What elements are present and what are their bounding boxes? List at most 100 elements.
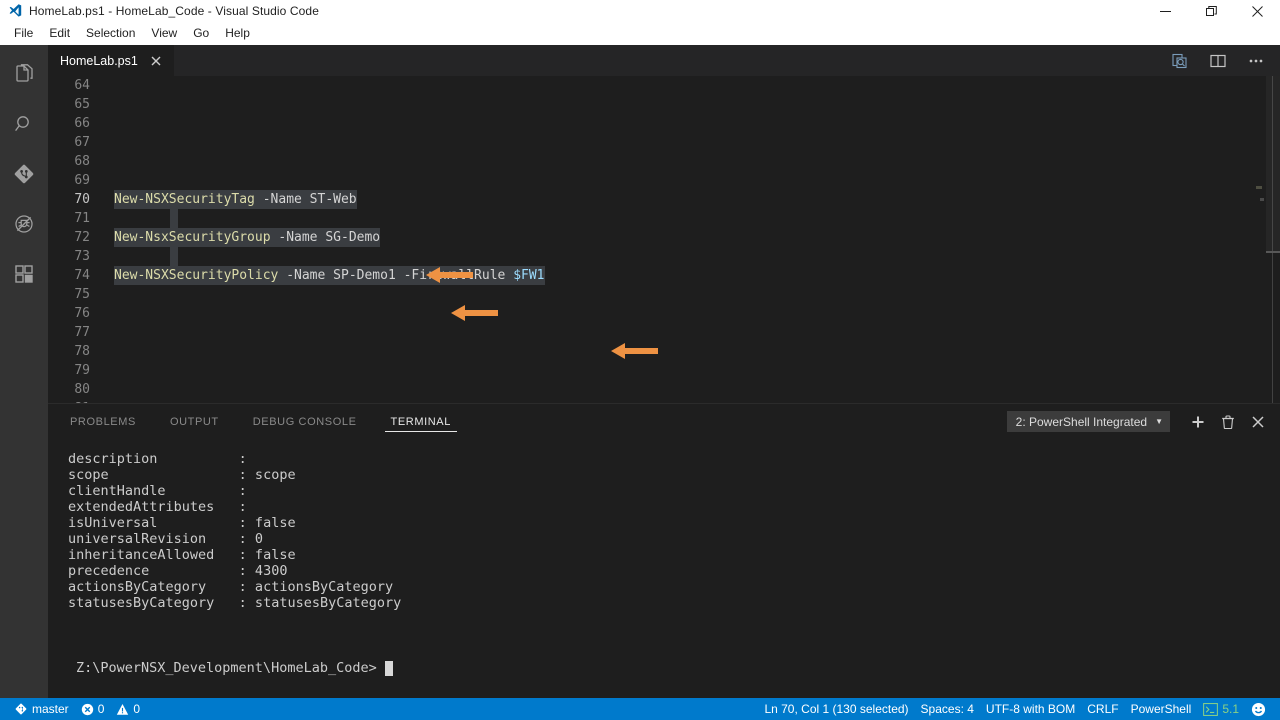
close-icon[interactable] [148, 53, 164, 69]
code-line[interactable]: 67 [48, 133, 1280, 152]
panel-tab-terminal[interactable]: TERMINAL [381, 404, 461, 439]
line-content[interactable] [114, 114, 1280, 133]
terminal-line: clientHandle : [68, 483, 247, 499]
chevron-down-icon: ▼ [1155, 416, 1163, 426]
terminal-line: description : [68, 451, 247, 467]
line-content[interactable] [114, 209, 1280, 228]
window-controls [1142, 0, 1280, 22]
code-line[interactable]: 81 [48, 399, 1280, 403]
line-number: 75 [74, 287, 90, 302]
menu-edit[interactable]: Edit [41, 23, 78, 44]
code-line[interactable]: 79 [48, 361, 1280, 380]
line-content[interactable] [114, 380, 1280, 399]
code-line[interactable]: 70 New-NSXSecurityTag -Name ST-Web [48, 190, 1280, 209]
code-lines[interactable]: 64 65 66 67 68 69 70 New-NSXSecurityTag -Name S… [48, 76, 1280, 403]
code-line[interactable]: 76 [48, 304, 1280, 323]
menu-selection[interactable]: Selection [78, 23, 143, 44]
line-content[interactable]: New-NSXSecurityTag -Name ST-Web [114, 190, 1280, 209]
terminal-selector[interactable]: 2: PowerShell Integrated ▼ [1006, 411, 1170, 432]
code-line[interactable]: 71 [48, 209, 1280, 228]
code-line[interactable]: 73 [48, 247, 1280, 266]
code-line[interactable]: 72 New-NsxSecurityGroup -Name SG-Demo [48, 228, 1280, 247]
terminal-line: universalRevision : 0 [68, 531, 264, 547]
code-line[interactable]: 74 New-NSXSecurityPolicy -Name SP-Demo1 -… [48, 266, 1280, 285]
code-token: -Name SG-Demo [270, 230, 381, 245]
code-line[interactable]: 64 [48, 76, 1280, 95]
code-line[interactable]: 69 [48, 171, 1280, 190]
line-content[interactable] [114, 323, 1280, 342]
line-content[interactable] [114, 95, 1280, 114]
code-line[interactable]: 78 [48, 342, 1280, 361]
status-branch[interactable]: master [8, 698, 75, 720]
workbench: HomeLab.ps1 64 65 66 67 68 69 70 New-NSX… [0, 45, 1280, 698]
terminal-prompt-row: Z:\PowerNSX_Development\HomeLab_Code> [76, 660, 393, 676]
close-icon[interactable] [1234, 0, 1280, 22]
status-branch-label: master [32, 702, 69, 716]
code-line[interactable]: 68 [48, 152, 1280, 171]
line-content[interactable] [114, 133, 1280, 152]
restore-icon[interactable] [1188, 0, 1234, 22]
split-editor-icon[interactable] [1204, 47, 1232, 75]
terminal-line: precedence : 4300 [68, 563, 288, 579]
code-line[interactable]: 65 [48, 95, 1280, 114]
status-eol[interactable]: CRLF [1081, 698, 1124, 720]
line-content[interactable] [114, 361, 1280, 380]
tab-homelab-ps1[interactable]: HomeLab.ps1 [48, 45, 175, 76]
menu-help[interactable]: Help [217, 23, 258, 44]
trash-icon[interactable] [1214, 408, 1242, 436]
code-token: New-NSXSecurityTag [114, 192, 255, 207]
line-content[interactable] [114, 152, 1280, 171]
line-content[interactable] [114, 76, 1280, 95]
scrollbar-thumb[interactable] [1266, 76, 1280, 251]
ellipsis-icon[interactable] [1242, 47, 1270, 75]
files-icon[interactable] [0, 49, 48, 99]
menu-go[interactable]: Go [185, 23, 217, 44]
block-cursor [384, 660, 393, 676]
line-number: 70 [74, 192, 90, 207]
source-control-icon[interactable] [0, 149, 48, 199]
search-icon[interactable] [0, 99, 48, 149]
line-content[interactable] [114, 285, 1280, 304]
line-number: 69 [74, 173, 90, 188]
extensions-icon[interactable] [0, 249, 48, 299]
status-powershell-version[interactable]: 5.1 [1197, 698, 1245, 720]
menu-view[interactable]: View [143, 23, 185, 44]
status-warnings-count: 0 [133, 702, 141, 716]
code-line[interactable]: 80 [48, 380, 1280, 399]
terminal-line: actionsByCategory : actionsByCategory [68, 579, 394, 595]
status-cursor-position[interactable]: Ln 70, Col 1 (130 selected) [758, 698, 914, 720]
line-content[interactable] [114, 342, 1280, 361]
line-content[interactable]: New-NsxSecurityGroup -Name SG-Demo [114, 228, 1280, 247]
smiley-icon[interactable] [1245, 698, 1272, 720]
panel-tab-problems[interactable]: PROBLEMS [60, 404, 146, 439]
panel-tab-debug-console[interactable]: DEBUG CONSOLE [243, 404, 367, 439]
status-indentation[interactable]: Spaces: 4 [915, 698, 980, 720]
line-content[interactable]: New-NSXSecurityPolicy -Name SP-Demo1 -Fi… [114, 266, 1280, 285]
terminal-view[interactable]: description : scope : scope clientHandle :… [48, 439, 1280, 698]
panel-tab-output[interactable]: OUTPUT [160, 404, 229, 439]
code-line[interactable]: 66 [48, 114, 1280, 133]
line-content[interactable] [114, 247, 1280, 266]
editor-scrollbar[interactable] [1266, 76, 1280, 403]
vscode-logo-icon [7, 3, 23, 19]
line-number: 66 [74, 116, 90, 131]
plus-icon[interactable] [1184, 408, 1212, 436]
code-editor[interactable]: 64 65 66 67 68 69 70 New-NSXSecurityTag -Name S… [48, 76, 1280, 403]
line-content[interactable] [114, 304, 1280, 323]
close-icon[interactable] [1244, 408, 1272, 436]
status-warnings[interactable]: 0 [110, 698, 146, 720]
menu-file[interactable]: File [6, 23, 41, 44]
status-encoding[interactable]: UTF-8 with BOM [980, 698, 1081, 720]
status-errors[interactable]: 0 [75, 698, 111, 720]
line-content[interactable] [114, 399, 1280, 403]
code-line[interactable]: 75 [48, 285, 1280, 304]
debug-icon[interactable] [0, 199, 48, 249]
terminal-line: scope : scope [68, 467, 296, 483]
preview-icon[interactable] [1166, 47, 1194, 75]
minimize-icon[interactable] [1142, 0, 1188, 22]
status-language-mode[interactable]: PowerShell [1125, 698, 1198, 720]
window-title: HomeLab.ps1 - HomeLab_Code - Visual Stud… [29, 4, 319, 18]
line-number: 79 [74, 363, 90, 378]
line-content[interactable] [114, 171, 1280, 190]
code-line[interactable]: 77 [48, 323, 1280, 342]
